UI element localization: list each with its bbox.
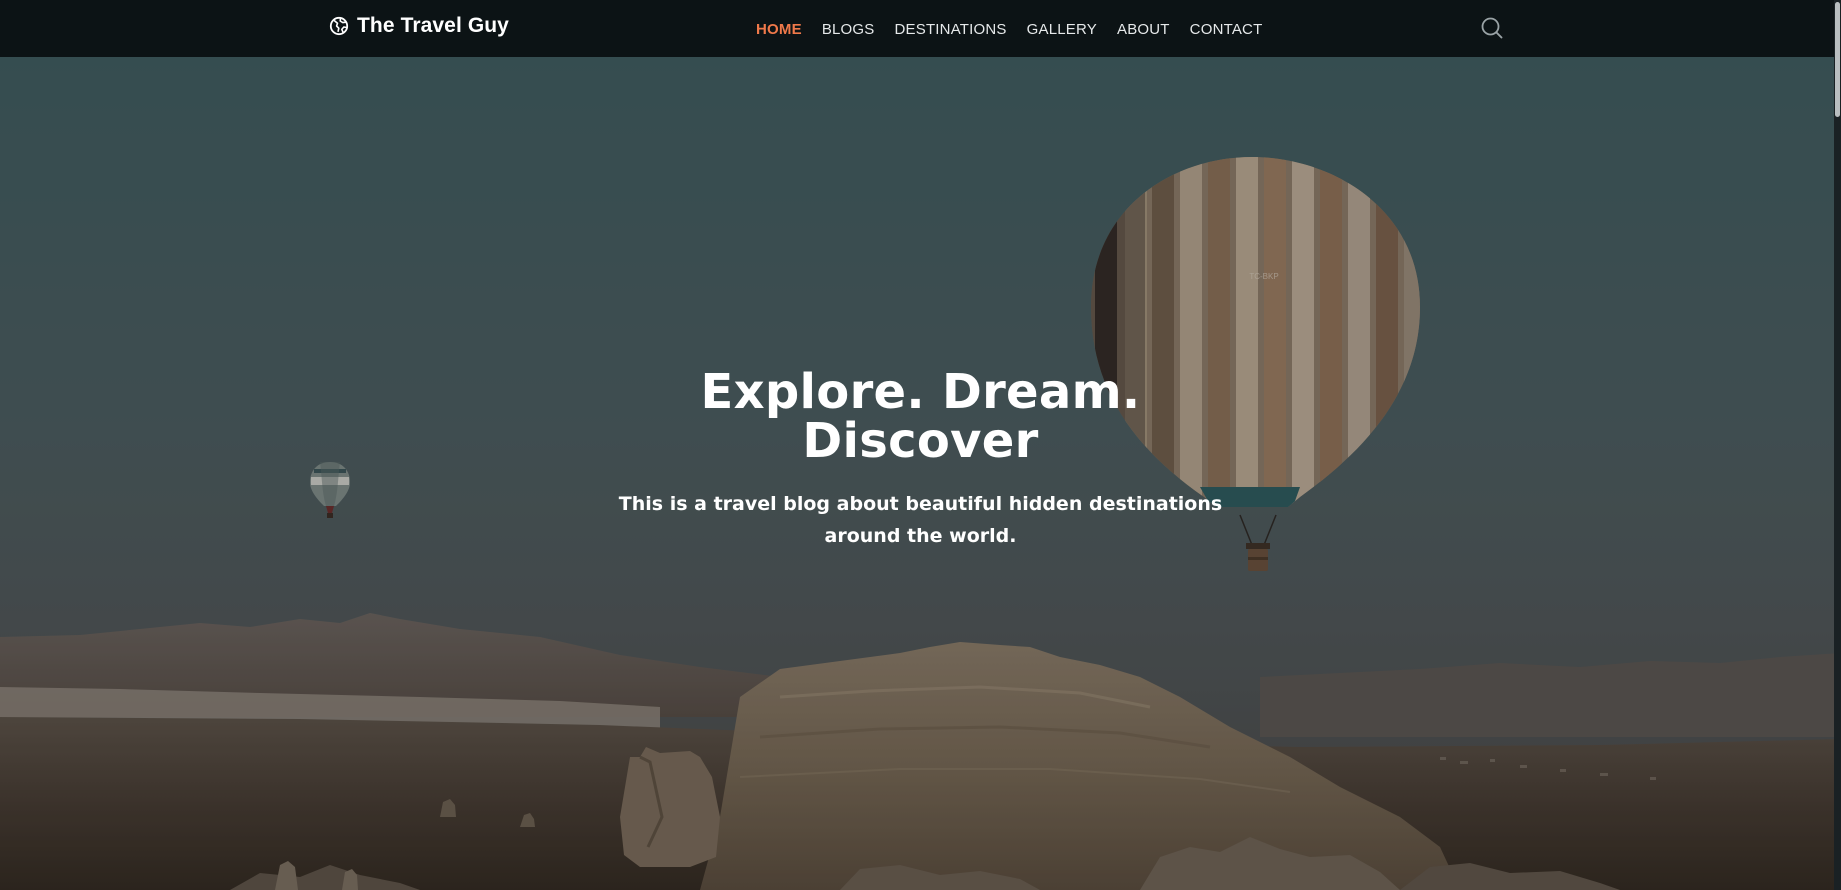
- nav-item-gallery[interactable]: GALLERY: [1027, 21, 1097, 38]
- scrollbar-thumb[interactable]: [1835, 2, 1840, 117]
- hero-section: TC-BKP Explore. Dream. Discover This is …: [0, 57, 1841, 890]
- hero-title: Explore. Dream. Discover: [700, 364, 1141, 469]
- search-icon[interactable]: [1480, 16, 1504, 40]
- nav-item-blogs[interactable]: BLOGS: [822, 21, 875, 38]
- globe-icon: [329, 16, 349, 36]
- nav-item-home[interactable]: HOME: [756, 21, 802, 38]
- nav-item-contact[interactable]: CONTACT: [1190, 21, 1263, 38]
- brand-name: The Travel Guy: [357, 14, 509, 37]
- main-nav: HOME BLOGS DESTINATIONS GALLERY ABOUT CO…: [756, 21, 1282, 38]
- nav-item-destinations[interactable]: DESTINATIONS: [895, 21, 1007, 38]
- hero-subtitle: This is a travel blog about beautiful hi…: [618, 493, 1223, 547]
- nav-item-about[interactable]: ABOUT: [1117, 21, 1170, 38]
- page: The Travel Guy HOME BLOGS DESTINATIONS G…: [0, 0, 1841, 890]
- navbar: The Travel Guy HOME BLOGS DESTINATIONS G…: [0, 0, 1841, 57]
- hero-content: Explore. Dream. Discover This is a trave…: [0, 368, 1841, 552]
- brand-link[interactable]: The Travel Guy: [329, 14, 509, 38]
- page-scrollbar[interactable]: [1834, 0, 1841, 890]
